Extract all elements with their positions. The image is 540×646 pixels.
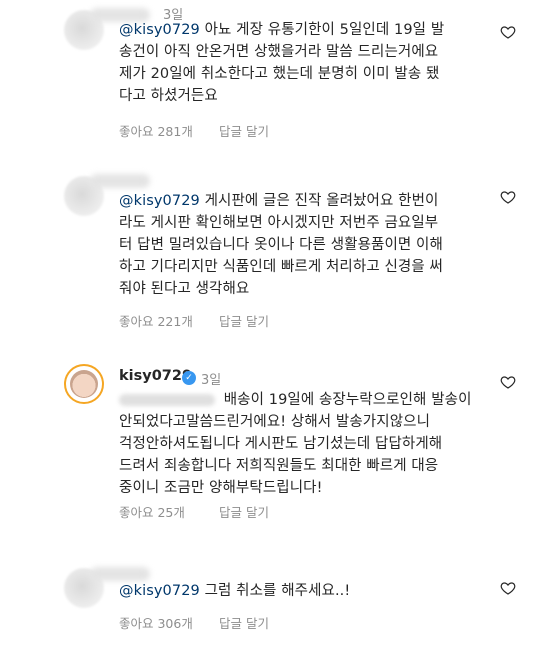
comment-text: 배송이 19일에 송장누락으로인해 발송이 안되었다고말씀드린거에요! 상해서 …	[119, 392, 472, 496]
comment-actions: 좋아요 281개 답글 달기	[119, 121, 269, 140]
mention-link[interactable]: @kisy0729	[119, 583, 200, 599]
comment-text: @kisy0729 게시판에 글은 진작 올려놨어요 한번이 라도 게시판 확인…	[119, 193, 443, 297]
mention-link[interactable]: @kisy0729	[119, 22, 200, 38]
reply-button[interactable]: 답글 달기	[219, 502, 269, 521]
blurred-mention	[119, 394, 215, 406]
heart-outline-icon[interactable]	[500, 580, 516, 596]
like-count[interactable]: 좋아요 306개	[119, 613, 219, 632]
like-count[interactable]: 좋아요 25개	[119, 502, 219, 521]
heart-outline-icon[interactable]	[500, 189, 516, 205]
comment-actions: 좋아요 25개 답글 달기	[119, 502, 269, 521]
avatar[interactable]	[64, 364, 104, 404]
reply-button[interactable]: 답글 달기	[219, 311, 269, 330]
reply-button[interactable]: 답글 달기	[219, 613, 269, 632]
comment-time: 3일	[201, 373, 222, 388]
verified-badge-icon: ✓	[182, 371, 196, 385]
comment-text: @kisy0729 그럼 취소를 해주세요..!	[119, 583, 351, 599]
heart-outline-icon[interactable]	[500, 24, 516, 40]
heart-outline-icon[interactable]	[500, 374, 516, 390]
reply-button[interactable]: 답글 달기	[219, 121, 269, 140]
blurred-username	[90, 567, 150, 581]
blurred-username	[90, 174, 150, 188]
comment-actions: 좋아요 306개 답글 달기	[119, 613, 269, 632]
like-count[interactable]: 좋아요 281개	[119, 121, 219, 140]
comment-actions: 좋아요 221개 답글 달기	[119, 311, 269, 330]
mention-link[interactable]: @kisy0729	[119, 193, 200, 209]
avatar-image	[70, 370, 98, 398]
like-count[interactable]: 좋아요 221개	[119, 311, 219, 330]
comment-text: @kisy0729 아뇨 게장 유통기한이 5일인데 19일 발 송건이 아직 …	[119, 22, 445, 104]
